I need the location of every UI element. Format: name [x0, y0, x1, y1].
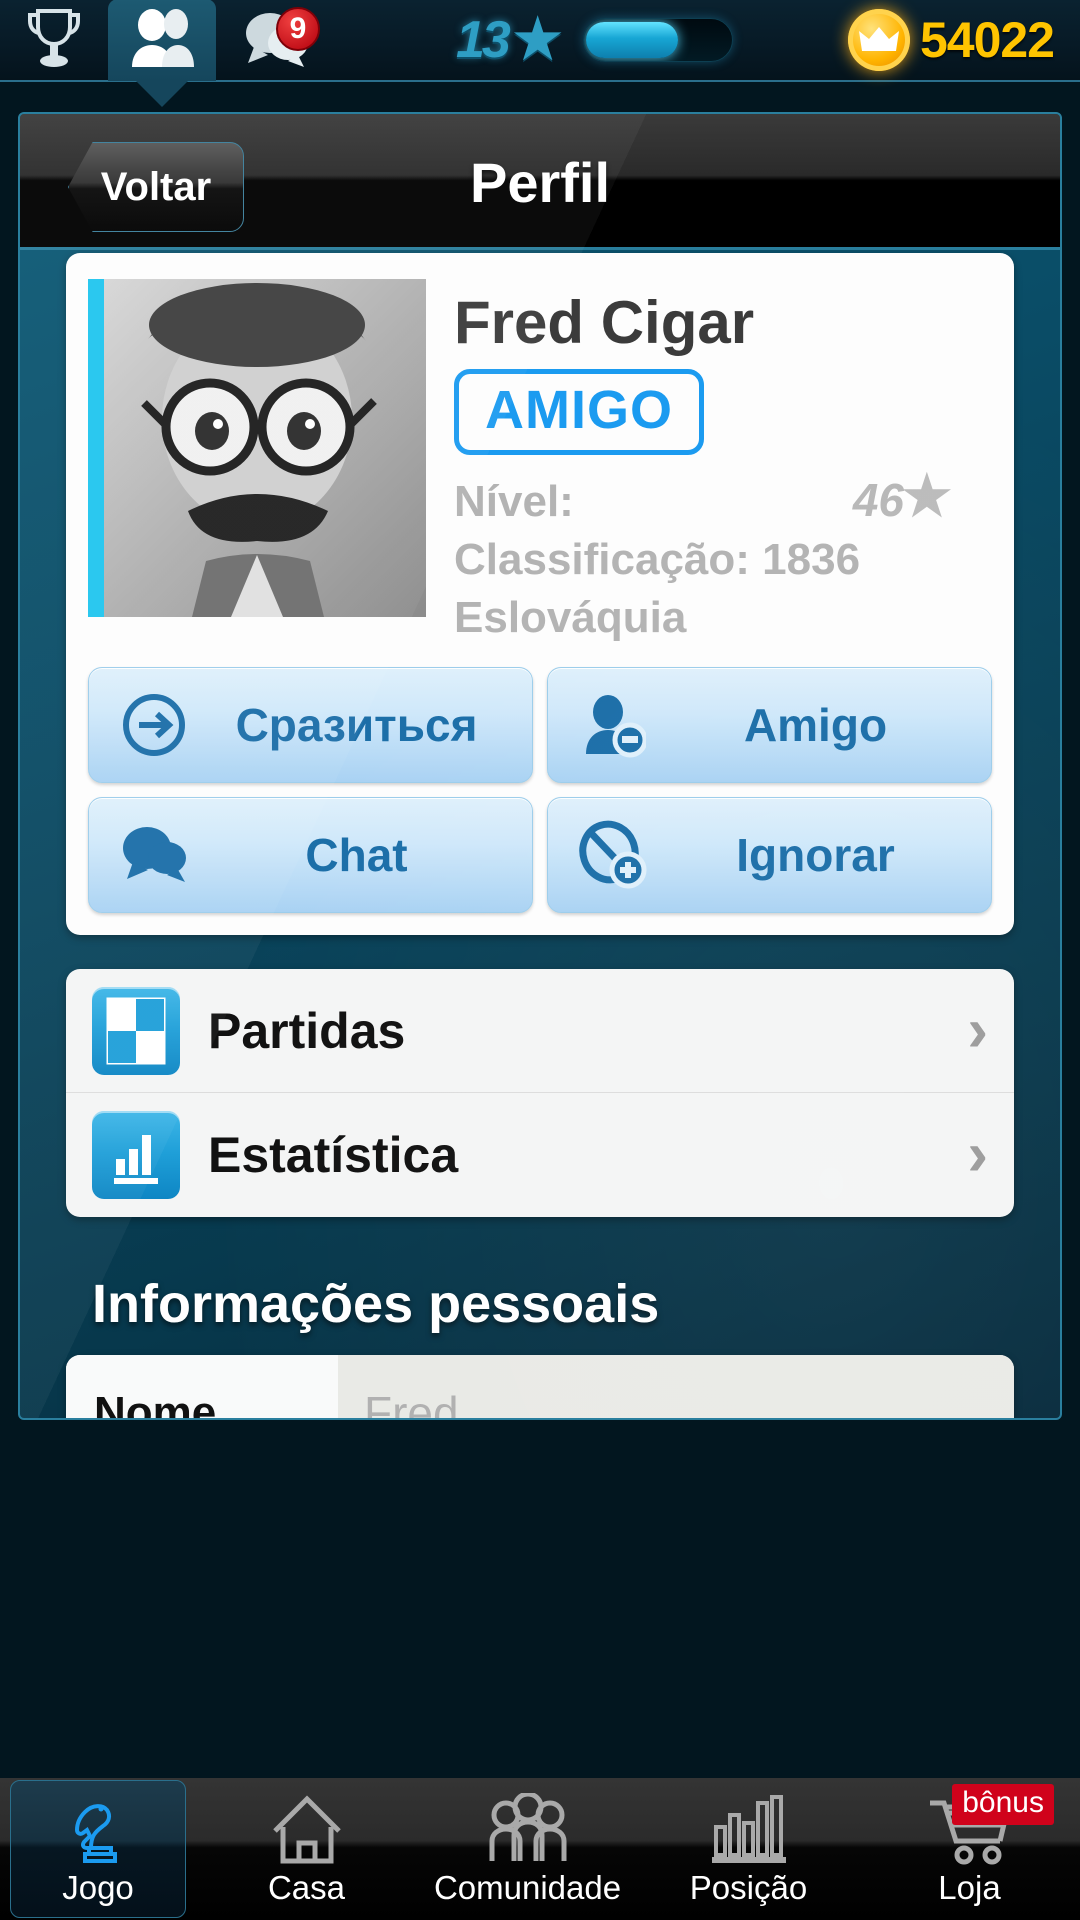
active-tab-pointer — [135, 80, 189, 107]
country-line: Eslováquia — [454, 593, 687, 642]
ignore-button[interactable]: Ignorar — [547, 797, 992, 913]
page-title: Perfil — [469, 150, 611, 214]
messages-tab[interactable]: 9 — [216, 0, 336, 81]
menu-item-partidas[interactable]: Partidas › — [66, 969, 1014, 1093]
level-value-group: 46 ★ — [852, 464, 992, 527]
page-header: Voltar Perfil — [20, 114, 1060, 250]
nav-item-label: Comunidade — [433, 1869, 622, 1906]
top-status-bar: 9 13 ★ 54022 — [0, 0, 1080, 107]
menu-item-estatistica[interactable]: Estatística › — [66, 1093, 1014, 1217]
bar-chart-icon — [92, 1111, 180, 1199]
menu-item-label: Estatística — [208, 1127, 459, 1183]
xp-progress-fill — [586, 22, 679, 58]
person-remove-icon — [576, 688, 650, 762]
nav-item-jogo[interactable]: Jogo — [10, 1780, 186, 1918]
nav-item-comunidade[interactable]: Comunidade — [417, 1778, 638, 1920]
avatar-accent-strip — [88, 279, 104, 617]
profile-name: Fred Cigar — [454, 289, 755, 356]
friend-button-label: Amigo — [743, 699, 888, 751]
ignore-button-label: Ignorar — [736, 829, 895, 881]
messages-badge: 9 — [276, 7, 320, 51]
profile-card: Fred Cigar AMIGO Nível: 46 ★ Classificaç… — [66, 253, 1014, 935]
profile-scroll-area[interactable]: Fred Cigar AMIGO Nível: 46 ★ Classificaç… — [20, 253, 1060, 1418]
xp-progress-bar — [583, 18, 734, 62]
play-button[interactable]: Сразиться — [88, 667, 533, 783]
checkerboard-icon — [92, 986, 180, 1075]
nav-item-casa[interactable]: Casa — [196, 1778, 417, 1920]
trophy-icon — [26, 7, 82, 74]
personal-info-title: Informações pessoais — [92, 1274, 660, 1334]
friends-icon — [126, 7, 198, 74]
coin-amount: 54022 — [919, 12, 1055, 68]
nav-item-label: Loja — [938, 1869, 1001, 1906]
chevron-right-icon: › — [967, 1120, 988, 1189]
nav-item-loja[interactable]: Loja bônus — [859, 1778, 1080, 1920]
block-add-icon — [576, 818, 650, 892]
bar-chart-icon — [704, 1791, 794, 1865]
level-number: 13 — [456, 11, 511, 69]
chat-bubbles-icon — [117, 818, 191, 892]
level-label: Nível: — [454, 477, 574, 526]
nav-item-label: Posição — [689, 1869, 808, 1906]
user-avatar-photo[interactable] — [88, 279, 426, 617]
player-level-indicator: 13 ★ — [456, 9, 565, 71]
level-row: Nível: 46 ★ — [454, 464, 992, 527]
coin-counter[interactable]: 54022 — [847, 9, 1080, 71]
nav-item-posicao[interactable]: Posição — [638, 1778, 859, 1920]
trophy-tab[interactable] — [0, 0, 108, 81]
rating-line: Classificação: 1836 — [454, 535, 861, 584]
chat-button[interactable]: Chat — [88, 797, 533, 913]
info-row-nome[interactable]: Nome Fred — [66, 1355, 1014, 1418]
play-button-label: Сразиться — [235, 699, 478, 751]
friend-button[interactable]: Amigo — [547, 667, 992, 783]
friends-tab[interactable] — [108, 0, 216, 107]
info-label: Nome — [66, 1355, 338, 1418]
star-icon: ★ — [901, 464, 952, 527]
profile-panel: Voltar Perfil Fred Cigar AMIGO Nível: 46… — [18, 112, 1062, 1420]
people-group-icon — [480, 1791, 576, 1865]
chess-knight-icon — [63, 1791, 133, 1865]
chat-button-label: Chat — [305, 829, 408, 881]
menu-item-label: Partidas — [208, 1002, 406, 1059]
bonus-badge: bônus — [952, 1784, 1054, 1825]
profile-action-buttons: Сразиться Amigo Chat Ignorar — [88, 667, 992, 913]
personal-info-card: Nome Fred Último Nome Cigar — [66, 1355, 1014, 1418]
home-icon — [269, 1791, 345, 1865]
arrow-right-circle-icon — [117, 688, 191, 762]
info-value[interactable]: Fred — [338, 1355, 1014, 1418]
star-icon: ★ — [509, 5, 566, 74]
profile-menu-list: Partidas › Estatística › — [66, 969, 1014, 1217]
chevron-right-icon: › — [967, 995, 988, 1065]
relation-badge: AMIGO — [454, 369, 704, 455]
level-value: 46 — [852, 474, 904, 526]
bottom-navigation: Jogo Casa Comunidade Posição Loja bônus — [0, 1778, 1080, 1920]
nav-item-label: Casa — [267, 1869, 346, 1906]
crown-coin-icon — [847, 9, 910, 71]
nav-item-label: Jogo — [62, 1869, 134, 1906]
